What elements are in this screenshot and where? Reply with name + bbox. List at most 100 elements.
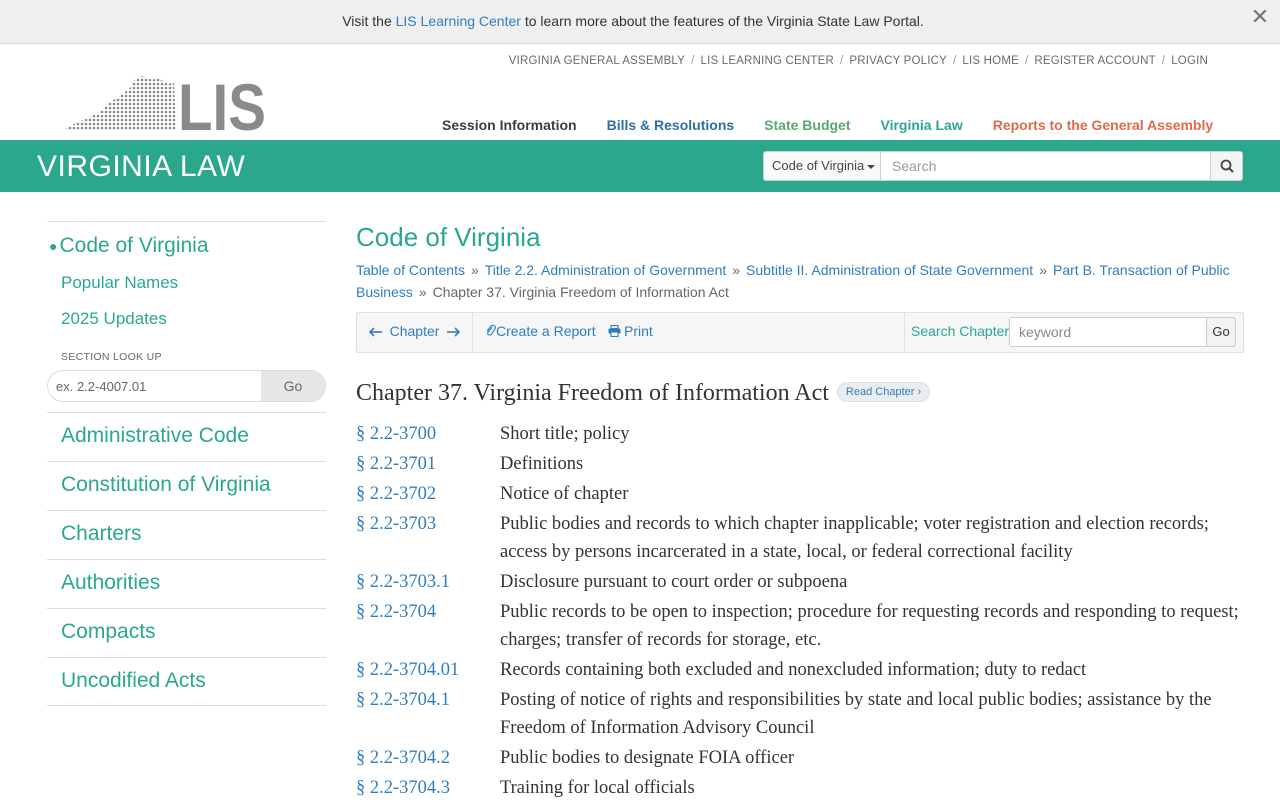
link-lis-learning-center[interactable]: LIS LEARNING CENTER bbox=[700, 55, 834, 67]
sidebar-item-compacts[interactable]: Compacts bbox=[47, 609, 326, 644]
section-list: § 2.2-3700 Short title; policy § 2.2-3701… bbox=[356, 420, 1246, 800]
list-item: Authorities bbox=[47, 559, 326, 608]
chapter-toolbar: Chapter Create a Report Print Search Cha… bbox=[356, 312, 1244, 353]
section-link[interactable]: § 2.2-3703.1 bbox=[356, 568, 500, 596]
banner-suffix: to learn more about the features of the … bbox=[520, 13, 924, 29]
close-icon[interactable]: ✕ bbox=[1250, 6, 1270, 30]
section-link[interactable]: § 2.2-3704.1 bbox=[356, 686, 500, 742]
sidebar: ●Code of Virginia Popular Names 2025 Upd… bbox=[47, 221, 326, 706]
breadcrumb-separator: » bbox=[1039, 262, 1047, 278]
bullet-icon: ● bbox=[49, 238, 58, 255]
separator: / bbox=[840, 55, 844, 67]
link-virginia-general-assembly[interactable]: VIRGINIA GENERAL ASSEMBLY bbox=[509, 55, 685, 67]
link-privacy-policy[interactable]: PRIVACY POLICY bbox=[849, 55, 947, 67]
print-label: Print bbox=[624, 323, 653, 339]
search-button[interactable] bbox=[1210, 152, 1242, 180]
section-link[interactable]: § 2.2-3700 bbox=[356, 420, 500, 448]
main-content: Code of Virginia Table of Contents » Title… bbox=[356, 222, 1246, 798]
link-lis-home[interactable]: LIS HOME bbox=[962, 55, 1019, 67]
breadcrumb-table-of-contents[interactable]: Table of Contents bbox=[356, 262, 465, 278]
sidebar-item-authorities[interactable]: Authorities bbox=[47, 560, 326, 595]
breadcrumb-separator: » bbox=[418, 284, 427, 300]
section-lookup-input[interactable] bbox=[48, 371, 262, 401]
chapter-nav-button[interactable]: Chapter bbox=[357, 313, 473, 352]
nav-reports-general-assembly[interactable]: Reports to the General Assembly bbox=[993, 117, 1213, 133]
search-icon bbox=[1220, 159, 1234, 173]
section-title: VIRGINIA LAW bbox=[37, 150, 246, 183]
sidebar-item-administrative-code[interactable]: Administrative Code bbox=[47, 413, 326, 448]
read-chapter-button[interactable]: Read Chapter › bbox=[836, 382, 931, 403]
list-item: § 2.2-3701 Definitions bbox=[356, 450, 1246, 478]
nav-bills-resolutions[interactable]: Bills & Resolutions bbox=[607, 117, 735, 133]
section-link[interactable]: § 2.2-3702 bbox=[356, 480, 500, 508]
section-link[interactable]: § 2.2-3704 bbox=[356, 598, 500, 654]
list-item: § 2.2-3703.1 Disclosure pursuant to court… bbox=[356, 568, 1246, 596]
list-item: Compacts bbox=[47, 608, 326, 657]
breadcrumb-subtitle[interactable]: Subtitle II. Administration of State Gov… bbox=[746, 262, 1033, 278]
global-search: Code of Virginia bbox=[763, 151, 1243, 181]
print-button[interactable]: Print bbox=[608, 323, 653, 339]
breadcrumb: Table of Contents » Title 2.2. Administrat… bbox=[356, 259, 1246, 303]
print-icon bbox=[608, 324, 621, 338]
section-lookup-label: SECTION LOOK UP bbox=[61, 351, 162, 363]
section-header-bar: VIRGINIA LAW Code of Virginia bbox=[0, 140, 1280, 192]
link-register-account[interactable]: REGISTER ACCOUNT bbox=[1034, 55, 1155, 67]
section-lookup: Go bbox=[47, 370, 326, 402]
sidebar-item-constitution[interactable]: Constitution of Virginia bbox=[47, 462, 326, 497]
separator: / bbox=[1161, 55, 1166, 67]
create-report-label: Create a Report bbox=[496, 323, 596, 339]
section-title: Short title; policy bbox=[500, 424, 630, 444]
breadcrumb-separator: » bbox=[470, 262, 479, 278]
arrow-right-icon bbox=[447, 327, 461, 337]
lis-logo[interactable]: LIS bbox=[64, 74, 266, 132]
section-title: Records containing both excluded and non… bbox=[500, 660, 1087, 680]
sidebar-item-code-of-virginia[interactable]: ●Code of Virginia bbox=[49, 234, 326, 258]
caret-down-icon bbox=[867, 164, 876, 169]
utility-links: VIRGINIA GENERAL ASSEMBLY / LIS LEARNING C… bbox=[509, 55, 1208, 67]
arrow-left-icon bbox=[368, 327, 382, 337]
section-lookup-go-button[interactable]: Go bbox=[261, 371, 325, 401]
list-item: § 2.2-3704.3 Training for local officials bbox=[356, 774, 1246, 800]
section-title: Public bodies to designate FOIA officer bbox=[500, 748, 795, 768]
breadcrumb-current: Chapter 37. Virginia Freedom of Informat… bbox=[432, 284, 729, 300]
nav-state-budget[interactable]: State Budget bbox=[764, 117, 850, 133]
section-link[interactable]: § 2.2-3704.2 bbox=[356, 744, 500, 772]
sidebar-item-popular-names[interactable]: Popular Names bbox=[61, 273, 326, 293]
chapter-keyword-input[interactable] bbox=[1009, 317, 1207, 347]
chapter-nav-label: Chapter bbox=[389, 323, 440, 339]
section-title: Public records to be open to inspection;… bbox=[500, 602, 1239, 650]
list-item: Uncodified Acts bbox=[47, 657, 326, 706]
search-chapter-label: Search Chapter bbox=[911, 323, 1010, 339]
chapter-search-go-button[interactable]: Go bbox=[1207, 317, 1236, 347]
section-link[interactable]: § 2.2-3704.01 bbox=[356, 656, 500, 684]
chapter-heading-text: Chapter 37. Virginia Freedom of Informat… bbox=[356, 380, 829, 406]
link-login[interactable]: LOGIN bbox=[1171, 55, 1208, 67]
sidebar-item-label: Code of Virginia bbox=[59, 234, 209, 257]
page-title: Code of Virginia bbox=[356, 222, 541, 252]
section-link[interactable]: § 2.2-3701 bbox=[356, 450, 500, 478]
chapter-heading: Chapter 37. Virginia Freedom of Informat… bbox=[356, 380, 931, 407]
breadcrumb-title[interactable]: Title 2.2. Administration of Government bbox=[485, 262, 726, 278]
section-title: Public bodies and records to which chapt… bbox=[500, 514, 1209, 562]
nav-session-information[interactable]: Session Information bbox=[442, 117, 577, 133]
create-report-button[interactable]: Create a Report bbox=[485, 323, 596, 339]
list-item: § 2.2-3704.1 Posting of notice of rights … bbox=[356, 686, 1246, 742]
lis-learning-center-link[interactable]: LIS Learning Center bbox=[396, 13, 521, 29]
search-input[interactable] bbox=[882, 152, 1210, 180]
section-link[interactable]: § 2.2-3703 bbox=[356, 510, 500, 566]
section-title: Training for local officials bbox=[500, 778, 695, 798]
sidebar-item-uncodified-acts[interactable]: Uncodified Acts bbox=[47, 658, 326, 693]
section-title: Disclosure pursuant to court order or su… bbox=[500, 572, 848, 592]
sidebar-item-2025-updates[interactable]: 2025 Updates bbox=[61, 309, 326, 329]
nav-virginia-law[interactable]: Virginia Law bbox=[881, 117, 963, 133]
separator: / bbox=[691, 55, 695, 67]
section-link[interactable]: § 2.2-3704.3 bbox=[356, 774, 500, 800]
sidebar-item-charters[interactable]: Charters bbox=[47, 511, 326, 546]
banner-prefix: Visit the bbox=[342, 13, 396, 29]
search-scope-select[interactable]: Code of Virginia bbox=[764, 152, 881, 180]
list-item: § 2.2-3704.01 Records containing both exc… bbox=[356, 656, 1246, 684]
section-title: Notice of chapter bbox=[500, 484, 629, 504]
paperclip-icon bbox=[486, 324, 496, 336]
sidebar-main-list: Administrative Code Constitution of Virg… bbox=[47, 412, 326, 706]
list-item: Charters bbox=[47, 510, 326, 559]
